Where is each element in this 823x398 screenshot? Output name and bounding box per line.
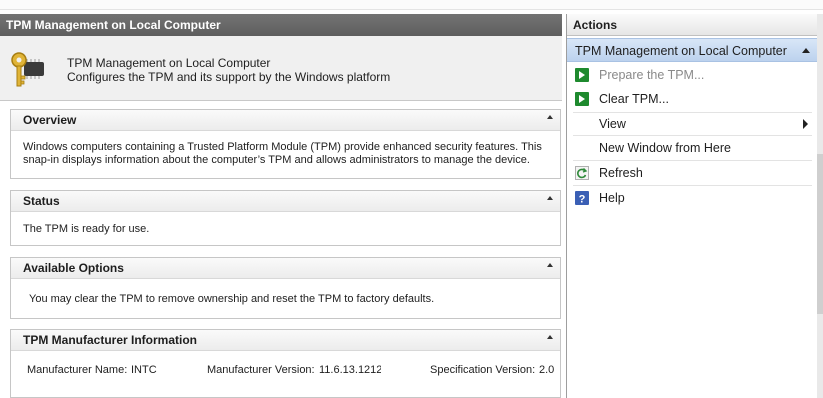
vertical-scrollbar[interactable] xyxy=(817,14,823,398)
overview-line-1: Windows computers containing a Trusted P… xyxy=(23,141,542,153)
action-prepare-tpm[interactable]: Prepare the TPM... xyxy=(567,64,812,86)
manufacturer-header[interactable]: TPM Manufacturer Information xyxy=(11,330,560,351)
action-refresh[interactable]: Refresh xyxy=(567,162,812,184)
manufacturer-section: TPM Manufacturer Information Manufacture… xyxy=(10,329,561,398)
options-text: You may clear the TPM to remove ownershi… xyxy=(29,293,435,305)
manufacturer-name-value: INTC xyxy=(131,364,157,376)
refresh-icon xyxy=(575,166,589,180)
green-arrow-icon xyxy=(575,68,589,82)
separator xyxy=(573,160,812,161)
scrollbar-thumb[interactable] xyxy=(817,154,823,314)
action-clear-tpm[interactable]: Clear TPM... xyxy=(567,88,812,110)
intro-panel: TPM Management on Local Computer Configu… xyxy=(0,36,562,101)
status-section: Status The TPM is ready for use. xyxy=(10,190,561,246)
manufacturer-version-value: 11.6.13.1212 xyxy=(319,364,381,376)
main-title: TPM Management on Local Computer xyxy=(0,14,562,36)
status-header[interactable]: Status xyxy=(11,191,560,212)
help-icon: ? xyxy=(575,191,589,205)
spec-version-value: 2.0 xyxy=(539,364,555,376)
action-view[interactable]: View xyxy=(567,113,812,135)
collapse-icon[interactable] xyxy=(547,115,553,119)
collapse-icon[interactable] xyxy=(547,263,553,267)
green-arrow-icon xyxy=(575,92,589,106)
overview-header[interactable]: Overview xyxy=(11,110,560,131)
spec-version-label: Specification Version: xyxy=(430,364,536,376)
manufacturer-title: TPM Manufacturer Information xyxy=(23,333,198,347)
main-pane: TPM Management on Local Computer TPM Man… xyxy=(0,14,562,398)
key-chip-icon xyxy=(11,52,44,87)
actions-title: Actions xyxy=(567,14,818,36)
manufacturer-name-label: Manufacturer Name: xyxy=(27,364,128,376)
action-label: Prepare the TPM... xyxy=(599,68,705,82)
separator xyxy=(573,135,812,136)
svg-text:?: ? xyxy=(579,194,586,206)
overview-section: Overview Windows computers containing a … xyxy=(10,109,561,179)
overview-line-2: snap-in displays information about the c… xyxy=(23,154,530,166)
intro-description: Configures the TPM and its support by th… xyxy=(67,70,391,84)
options-title: Available Options xyxy=(23,261,124,275)
action-help[interactable]: ? Help xyxy=(567,187,812,209)
manufacturer-version-label: Manufacturer Version: xyxy=(207,364,315,376)
top-strip xyxy=(0,0,823,10)
collapse-icon[interactable] xyxy=(547,335,553,339)
action-group-label: TPM Management on Local Computer xyxy=(575,44,787,58)
action-label: Clear TPM... xyxy=(599,92,669,106)
overview-title: Overview xyxy=(23,113,77,127)
collapse-icon[interactable] xyxy=(547,196,553,200)
action-label: Help xyxy=(599,191,625,205)
options-section: Available Options You may clear the TPM … xyxy=(10,257,561,319)
action-label: New Window from Here xyxy=(599,141,731,155)
status-title: Status xyxy=(23,194,60,208)
action-new-window[interactable]: New Window from Here xyxy=(567,137,812,159)
options-header[interactable]: Available Options xyxy=(11,258,560,279)
status-text: The TPM is ready for use. xyxy=(23,223,150,235)
action-label: View xyxy=(599,117,626,131)
separator xyxy=(573,185,812,186)
submenu-arrow-icon xyxy=(803,119,808,129)
action-group-header[interactable]: TPM Management on Local Computer xyxy=(567,38,818,62)
collapse-icon[interactable] xyxy=(802,48,810,53)
intro-title: TPM Management on Local Computer xyxy=(67,56,271,70)
actions-pane: Actions TPM Management on Local Computer… xyxy=(566,14,818,398)
action-label: Refresh xyxy=(599,166,643,180)
